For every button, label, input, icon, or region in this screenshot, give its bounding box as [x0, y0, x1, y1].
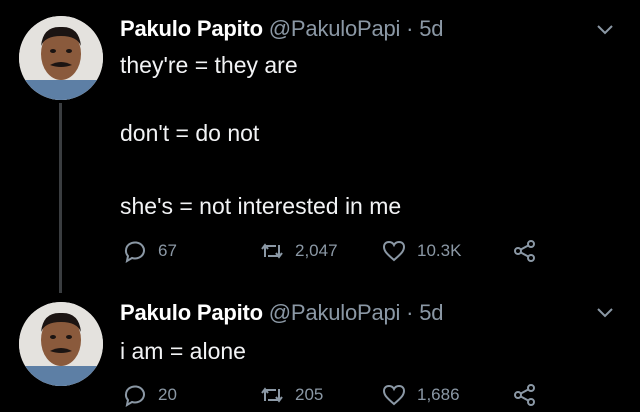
- share-icon: [514, 240, 535, 262]
- timestamp[interactable]: 5d: [419, 300, 443, 325]
- heart-icon: [382, 384, 406, 406]
- chevron-down-icon[interactable]: [596, 24, 614, 36]
- retweet-button[interactable]: 205: [259, 382, 323, 408]
- separator-dot: ·: [406, 16, 414, 41]
- tweet-text-line: i am = alone: [120, 338, 246, 364]
- reply-count: 20: [158, 385, 177, 404]
- display-name[interactable]: Pakulo Papito: [120, 16, 263, 41]
- tweet[interactable]: Pakulo Papito @PakuloPapi · 5d i am = al…: [0, 285, 640, 410]
- separator-dot: ·: [406, 300, 414, 325]
- share-button[interactable]: [512, 238, 538, 264]
- reply-icon: [124, 241, 145, 264]
- tweet-text-line: they're = they are: [120, 52, 298, 78]
- like-count: 10.3K: [417, 241, 462, 260]
- retweet-button[interactable]: 2,047: [259, 238, 338, 264]
- retweet-icon: [261, 387, 283, 403]
- reply-count: 67: [158, 241, 177, 260]
- avatar[interactable]: [19, 16, 103, 100]
- tweet-header: Pakulo Papito @PakuloPapi · 5d: [120, 300, 443, 326]
- retweet-count: 2,047: [295, 241, 338, 260]
- reply-button[interactable]: 67: [122, 238, 177, 264]
- tweet[interactable]: Pakulo Papito @PakuloPapi · 5d they're =…: [0, 0, 640, 293]
- like-count: 1,686: [417, 385, 460, 404]
- like-button[interactable]: 10.3K: [381, 238, 461, 264]
- share-icon: [514, 384, 535, 406]
- timestamp[interactable]: 5d: [419, 16, 443, 41]
- reply-button[interactable]: 20: [122, 382, 177, 408]
- user-handle[interactable]: @PakuloPapi: [269, 300, 401, 325]
- tweet-text-line: she's = not interested in me: [120, 193, 402, 219]
- tweet-actions: 20 205 1,686: [0, 382, 640, 412]
- share-button[interactable]: [512, 382, 538, 408]
- tweet-actions: 67 2,047 10.3K: [0, 238, 640, 268]
- avatar[interactable]: [19, 302, 103, 386]
- user-handle[interactable]: @PakuloPapi: [269, 16, 401, 41]
- chevron-down-icon[interactable]: [596, 307, 614, 319]
- like-button[interactable]: 1,686: [381, 382, 460, 408]
- tweet-header: Pakulo Papito @PakuloPapi · 5d: [120, 16, 443, 42]
- retweet-icon: [261, 243, 283, 259]
- display-name[interactable]: Pakulo Papito: [120, 300, 263, 325]
- reply-icon: [124, 385, 145, 408]
- retweet-count: 205: [295, 385, 324, 404]
- heart-icon: [382, 240, 406, 262]
- tweet-text-line: don't = do not: [120, 120, 260, 146]
